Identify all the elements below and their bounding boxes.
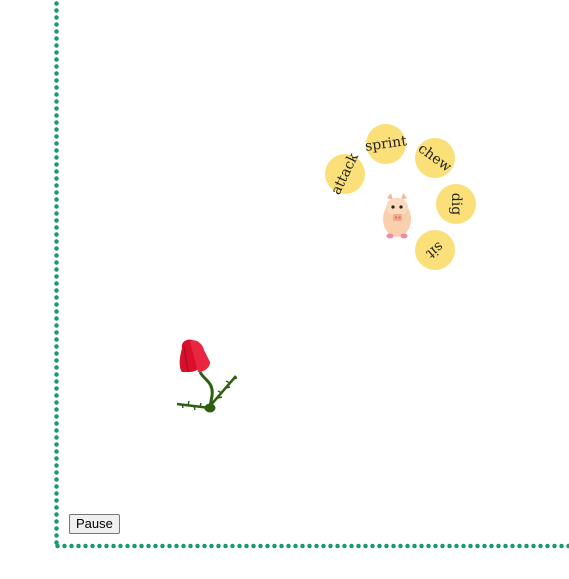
- pig-icon[interactable]: [378, 192, 416, 240]
- pause-button[interactable]: Pause: [69, 514, 120, 534]
- game-stage[interactable]: attack sprint chew dig sit Pause: [0, 0, 569, 579]
- action-sit-label: sit: [423, 238, 447, 262]
- stage-border-bottom: [54, 543, 569, 549]
- action-dig-button[interactable]: dig: [436, 184, 476, 224]
- action-chew-label: chew: [415, 140, 455, 176]
- action-sprint-button[interactable]: sprint: [364, 124, 408, 164]
- rose-icon[interactable]: [170, 336, 242, 416]
- action-dig-label: dig: [448, 192, 464, 216]
- action-attack-button[interactable]: attack: [325, 151, 365, 197]
- action-sit-button[interactable]: sit: [415, 230, 455, 270]
- stage-border-left: [54, 0, 59, 547]
- action-chew-button[interactable]: chew: [415, 138, 455, 178]
- action-attack-label: attack: [328, 150, 362, 198]
- action-sprint-label: sprint: [364, 133, 408, 155]
